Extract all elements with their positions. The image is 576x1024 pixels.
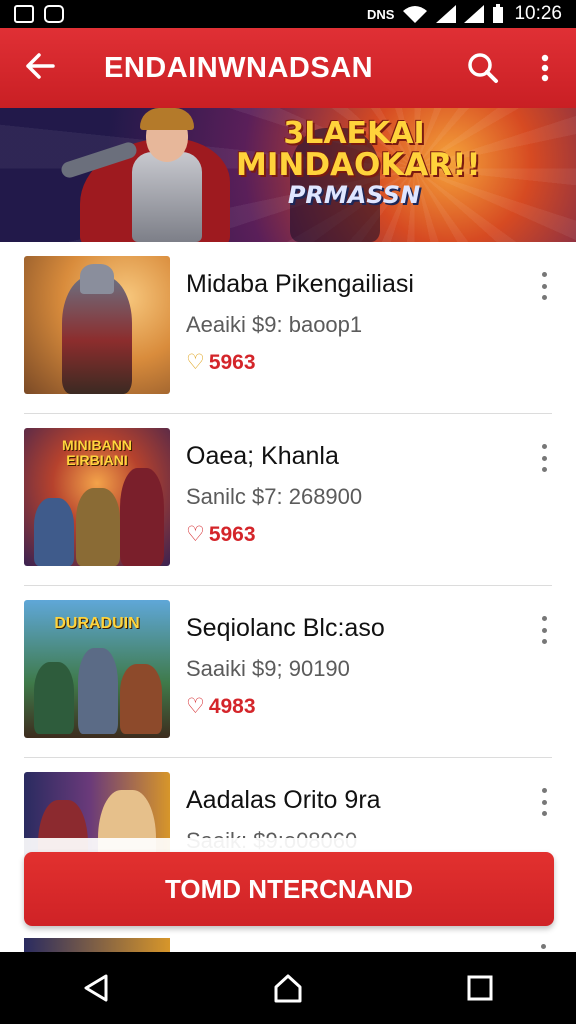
nav-recents-button[interactable] [440, 958, 520, 1018]
overflow-menu-button[interactable] [514, 54, 576, 82]
game-rating: ♡ 5963 [186, 350, 256, 375]
list-item[interactable]: Midaba Pikengailiasi Aeaiki $9: baoop1 ♡… [0, 242, 576, 414]
wifi-icon [403, 6, 428, 23]
game-thumbnail [24, 256, 170, 394]
game-name: Seqiolanc Blc:aso [186, 614, 385, 642]
partial-list-item [0, 938, 576, 952]
clock: 10:26 [514, 3, 562, 24]
game-meta: Sanilc $7: 268900 [186, 484, 363, 509]
signal-icon-2 [464, 5, 485, 23]
gallery-notification-icon [14, 5, 34, 23]
game-meta: Aeaiki $9: baoop1 [186, 312, 363, 337]
arrow-left-icon [26, 52, 55, 79]
search-icon [468, 53, 498, 83]
thumb-icon: ♡ [186, 695, 205, 718]
game-thumbnail: DURADUIN [24, 600, 170, 738]
heart-icon: ♡ [186, 523, 205, 546]
page-title: ENDAINWNADSAN [104, 51, 374, 84]
nav-back-button[interactable] [56, 958, 136, 1018]
list-item[interactable]: DURADUIN Seqiolanc Blc:aso Saaiki $9; 90… [0, 586, 576, 758]
list-item[interactable]: MINIBANN EIRBIANI Oaea; Khanla Sanilc $7… [0, 414, 576, 586]
network-label: DNS [367, 6, 395, 22]
item-menu-button[interactable] [536, 272, 552, 300]
app-bar: ENDAINWNADSAN [0, 28, 576, 108]
system-nav-bar [0, 952, 576, 1024]
square-recents-icon [467, 975, 493, 1001]
banner-line-2: MINDAOKAR!! [236, 147, 481, 183]
home-icon [274, 974, 302, 1003]
item-menu-button[interactable] [536, 788, 552, 816]
rating-value: 5963 [208, 522, 256, 546]
game-rating: ♡ 5963 [186, 522, 256, 547]
item-menu-button[interactable] [536, 616, 552, 644]
rating-value: 4983 [208, 694, 256, 718]
banner-line-1: 3LAEKAI [283, 116, 425, 151]
status-bar: DNS 10:26 [0, 0, 576, 28]
game-rating: ♡ 4983 [186, 694, 256, 719]
banner-logo: 3LAEKAI MINDAOKAR!! PRMASSN [236, 116, 481, 209]
banner-hero-illustration [59, 108, 260, 242]
nav-home-button[interactable] [248, 958, 328, 1018]
game-name: Aadalas Orito 9ra [186, 786, 381, 814]
thumbnail-logo: DURADUIN [54, 615, 140, 632]
game-name: Oaea; Khanla [186, 442, 339, 470]
thumbnail-logo: MINIBANN EIRBIANI [62, 437, 132, 468]
search-button[interactable] [452, 52, 514, 84]
rating-value: 5963 [208, 350, 256, 374]
game-name: Midaba Pikengailiasi [186, 270, 414, 298]
promo-banner[interactable]: 3LAEKAI MINDAOKAR!! PRMASSN [0, 108, 576, 242]
thumb-icon: ♡ [186, 351, 205, 374]
game-list: Midaba Pikengailiasi Aeaiki $9: baoop1 ♡… [0, 242, 576, 930]
signal-icon [436, 5, 457, 23]
game-thumbnail: MINIBANN EIRBIANI [24, 428, 170, 566]
triangle-back-icon [84, 974, 108, 1002]
primary-cta-button[interactable]: TOMD NTERCNAND [24, 852, 554, 926]
back-button[interactable] [0, 49, 80, 88]
game-meta: Saaiki $9; 90190 [186, 656, 350, 681]
banner-line-3: PRMASSN [287, 181, 421, 209]
battery-icon [493, 4, 504, 23]
item-menu-button[interactable] [536, 444, 552, 472]
more-vert-icon [541, 54, 549, 82]
app-notification-icon [44, 5, 64, 23]
